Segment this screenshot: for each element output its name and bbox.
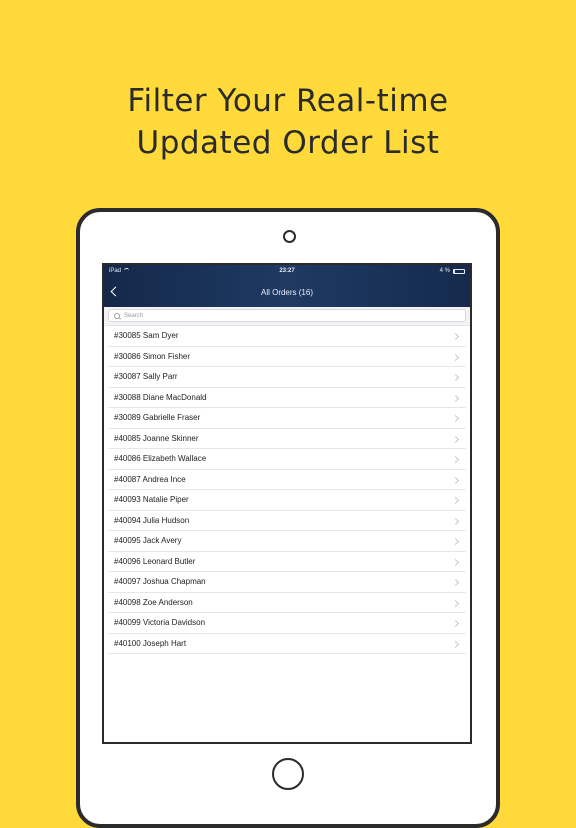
- search-input[interactable]: Search: [108, 309, 466, 322]
- chevron-right-icon: [451, 332, 460, 341]
- status-battery: 4 %: [440, 265, 465, 278]
- chevron-right-icon: [451, 558, 460, 566]
- order-label: #40100 Joseph Hart: [114, 638, 187, 648]
- chevron-right-icon: [451, 414, 460, 423]
- order-label: #40096 Leonard Butler: [114, 556, 196, 566]
- search-placeholder: Search: [124, 312, 144, 319]
- chevron-right-icon: [451, 640, 460, 648]
- search-icon: [114, 312, 120, 319]
- chevron-right-icon: [451, 599, 460, 607]
- chevron-right-icon: [451, 435, 460, 443]
- chevron-right-icon: [451, 496, 460, 505]
- order-label: #40098 Zoe Anderson: [114, 597, 193, 607]
- home-button[interactable]: [272, 758, 304, 790]
- camera-icon: [283, 230, 296, 243]
- chevron-right-icon: [451, 455, 460, 464]
- list-item[interactable]: #40087 Andrea Ince: [108, 470, 466, 490]
- list-item[interactable]: #40094 Julia Hudson: [108, 511, 466, 531]
- list-item[interactable]: #40099 Victoria Davidson: [108, 613, 466, 634]
- order-label: #30086 Simon Fisher: [114, 351, 191, 361]
- list-item[interactable]: #40093 Natalie Piper: [108, 490, 466, 511]
- headline-line-2: Updated Order List: [136, 125, 440, 161]
- order-list: #30085 Sam Dyer #30086 Simon Fisher #300…: [104, 325, 470, 654]
- order-label: #40093 Natalie Piper: [114, 495, 189, 504]
- chevron-right-icon: [451, 353, 460, 361]
- order-label: #40094 Julia Hudson: [114, 515, 190, 525]
- order-label: #30085 Sam Dyer: [114, 331, 179, 340]
- navigation-bar: iPad 23:27 4 % All Orders (16): [104, 265, 470, 307]
- order-label: #40097 Joshua Chapman: [114, 577, 206, 586]
- battery-icon: [453, 269, 465, 274]
- headline-line-1: Filter Your Real-time: [127, 83, 449, 119]
- order-label: #30087 Sally Parr: [114, 372, 178, 381]
- search-bar: Search: [104, 307, 470, 325]
- list-item[interactable]: #40085 Joanne Skinner: [108, 429, 466, 449]
- list-item[interactable]: #40098 Zoe Anderson: [108, 593, 466, 613]
- list-item[interactable]: #30088 Diane MacDonald: [108, 388, 466, 408]
- list-item[interactable]: #40097 Joshua Chapman: [108, 572, 466, 593]
- list-item[interactable]: #30089 Gabrielle Fraser: [108, 408, 466, 429]
- list-item[interactable]: #40095 Jack Avery: [108, 531, 466, 552]
- nav-row: All Orders (16): [104, 278, 470, 307]
- chevron-right-icon: [451, 517, 460, 525]
- list-item[interactable]: #40086 Elizabeth Wallace: [108, 449, 466, 470]
- status-time: 23:27: [279, 268, 295, 274]
- chevron-right-icon: [451, 394, 460, 402]
- chevron-right-icon: [451, 578, 460, 587]
- order-label: #40099 Victoria Davidson: [114, 618, 206, 627]
- chevron-right-icon: [451, 537, 460, 546]
- order-label: #40085 Joanne Skinner: [114, 433, 199, 443]
- order-label: #40095 Jack Avery: [114, 536, 182, 545]
- order-label: #40086 Elizabeth Wallace: [114, 454, 207, 463]
- list-item[interactable]: #30086 Simon Fisher: [108, 347, 466, 367]
- chevron-right-icon: [451, 373, 460, 382]
- list-item[interactable]: #30085 Sam Dyer: [108, 326, 466, 347]
- order-label: #30089 Gabrielle Fraser: [114, 413, 201, 422]
- chevron-right-icon: [451, 476, 460, 484]
- tablet-screen: iPad 23:27 4 % All Orders (16) Search #3…: [102, 263, 472, 744]
- page-title: All Orders (16): [260, 288, 313, 297]
- chevron-right-icon: [451, 619, 460, 628]
- list-item[interactable]: #40096 Leonard Butler: [108, 552, 466, 572]
- battery-percent: 4 %: [439, 268, 450, 274]
- status-bar: iPad 23:27 4 %: [104, 265, 470, 278]
- headline: Filter Your Real-time Updated Order List: [0, 80, 576, 164]
- order-label: #40087 Andrea Ince: [114, 474, 186, 484]
- order-label: #30088 Diane MacDonald: [114, 392, 207, 402]
- list-item[interactable]: #30087 Sally Parr: [108, 367, 466, 388]
- list-item[interactable]: #40100 Joseph Hart: [108, 634, 466, 654]
